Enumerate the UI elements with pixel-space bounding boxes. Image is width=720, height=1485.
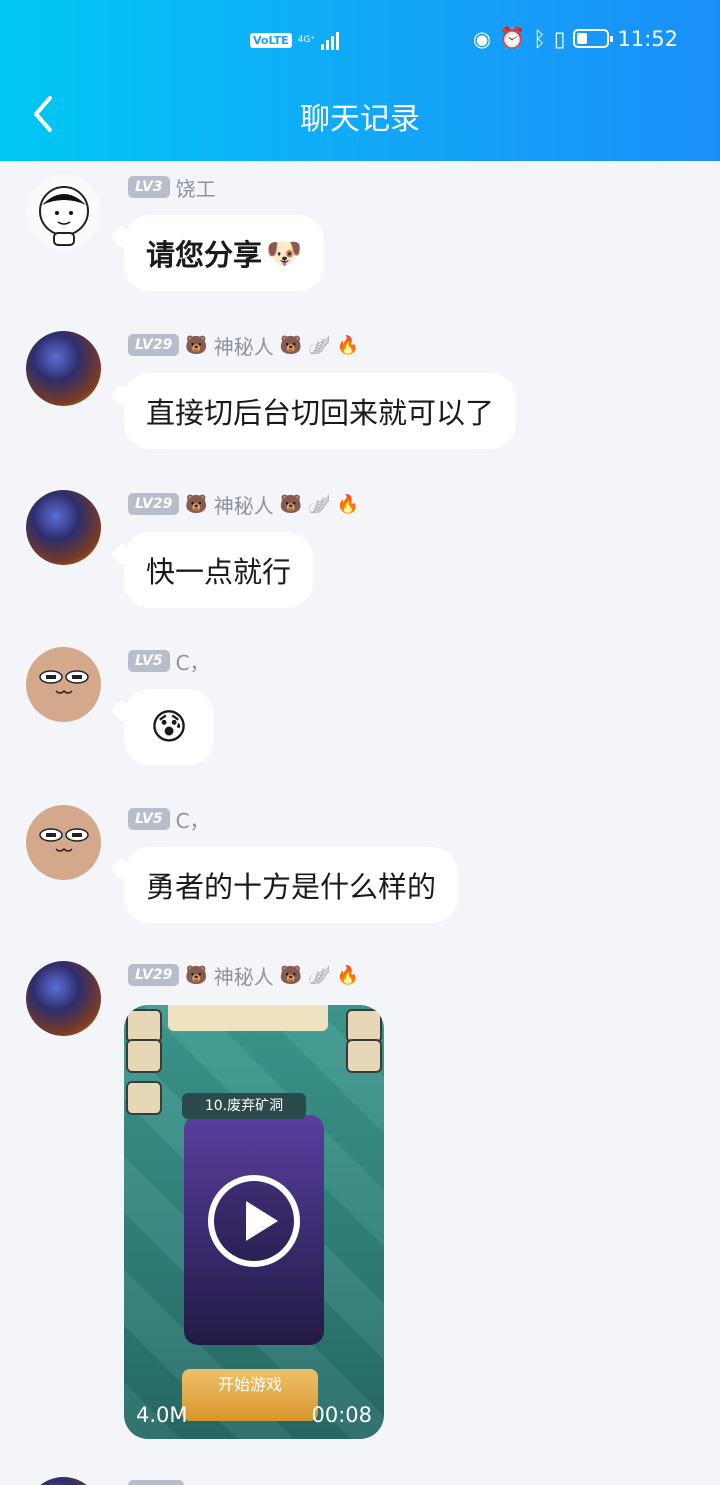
emoji-bubble[interactable]: 😰 (124, 689, 214, 765)
battery-icon (573, 29, 614, 48)
network-type: 4G⁺ (297, 35, 316, 45)
bear-badge-icon: 🐻 (185, 964, 208, 986)
fire-badge-icon: 🔥 (336, 334, 359, 356)
bear-badge-icon: 🐻 (279, 334, 303, 356)
chat-history-list[interactable]: LV3 饶工 请您分享 🐶 LV29 🐻 神秘人 🐻 🪽 🔥 直接切后台切回来就… (0, 161, 720, 1485)
message-text: 请您分享 (146, 238, 263, 272)
volte-icon: VoLTE (250, 32, 292, 48)
vibrate-icon: ▯ (553, 26, 566, 51)
video-thumbnail-start: 开始游戏 (182, 1369, 318, 1421)
video-thumbnail-banner (168, 1005, 328, 1031)
video-size: 4.0M (136, 1403, 188, 1427)
video-thumbnail-reward (126, 1081, 162, 1115)
message-bubble[interactable]: 直接切后台切回来就可以了 (124, 373, 517, 449)
sender-info: LV29 🐻 神秘人 🐻 🪽 🔥 (128, 331, 359, 360)
page-title: 聊天记录 (300, 102, 420, 137)
level-badge: LV29 (128, 334, 180, 356)
system-indicators: ◉ ⏰ ᛒ ▯ 11:52 (473, 26, 678, 51)
video-thumbnail-checkin (346, 1039, 382, 1073)
level-badge (128, 1480, 184, 1485)
message-text: 快一点就行 (146, 555, 292, 589)
avatar[interactable] (26, 175, 101, 250)
level-badge: LV5 (128, 650, 170, 672)
sender-name[interactable]: 神秘人 (214, 331, 274, 360)
avatar[interactable] (26, 647, 101, 722)
message-bubble[interactable]: 请您分享 🐶 (124, 215, 325, 291)
wings-badge-icon: 🪽 (308, 964, 331, 986)
fire-badge-icon: 🔥 (336, 964, 359, 986)
level-badge: LV3 (128, 176, 170, 198)
wings-badge-icon: 🪽 (308, 493, 331, 515)
play-icon[interactable] (208, 1175, 300, 1267)
avatar[interactable] (26, 961, 101, 1036)
video-stage-label: 10.废弃矿洞 (182, 1093, 306, 1119)
network-indicators: VoLTE 4G⁺ (250, 30, 340, 50)
sender-info: LV29 🐻 神秘人 🐻 🪽 🔥 (128, 961, 359, 990)
signal-icon (321, 30, 340, 50)
message-text: 直接切后台切回来就可以了 (146, 396, 495, 430)
eye-icon: ◉ (472, 26, 492, 51)
avatar[interactable] (26, 331, 101, 406)
status-bar: VoLTE 4G⁺ ◉ ⏰ ᛒ ▯ 11:52 (0, 0, 720, 84)
sender-info: LV5 C， (128, 647, 210, 676)
sender-info: LV3 饶工 (128, 173, 216, 202)
shiba-emoji-icon: 🐶 (266, 235, 303, 270)
alarm-icon: ⏰ (499, 26, 526, 50)
sender-name[interactable]: 神秘人 (214, 490, 274, 519)
avatar[interactable] (26, 490, 101, 565)
sender-name[interactable]: 饶工 (176, 173, 216, 202)
message-text: 勇者的十方是什么样的 (146, 870, 437, 904)
bear-badge-icon: 🐻 (279, 964, 303, 986)
message-bubble[interactable]: 勇者的十方是什么样的 (124, 847, 459, 923)
avatar[interactable] (26, 805, 101, 880)
sender-name[interactable]: C， (176, 805, 210, 834)
bear-badge-icon: 🐻 (185, 334, 208, 356)
bluetooth-icon: ᛒ (533, 26, 546, 51)
bear-badge-icon: 🐻 (185, 493, 208, 515)
top-header: VoLTE 4G⁺ ◉ ⏰ ᛒ ▯ 11:52 聊天记录 (0, 0, 720, 161)
sender-info: LV5 C， (128, 805, 210, 834)
sender-name[interactable]: 神秘人 (214, 961, 274, 990)
sender-name[interactable]: C， (176, 647, 210, 676)
level-badge: LV5 (128, 808, 170, 830)
video-message[interactable]: 10.废弃矿洞 开始游戏 4.0M 00:08 (124, 1005, 384, 1439)
video-thumbnail-ad (346, 1009, 382, 1043)
level-badge: LV29 (128, 964, 180, 986)
video-thumbnail-mail (126, 1009, 162, 1043)
message-bubble[interactable]: 快一点就行 (124, 532, 314, 608)
wings-badge-icon: 🪽 (308, 334, 331, 356)
bear-badge-icon: 🐻 (279, 493, 303, 515)
sender-info: LV29 🐻 神秘人 🐻 🪽 🔥 (128, 490, 359, 519)
level-badge: LV29 (128, 493, 180, 515)
video-thumbnail-task (126, 1039, 162, 1073)
sender-info (128, 1479, 184, 1485)
avatar[interactable] (26, 1477, 101, 1485)
fire-badge-icon: 🔥 (336, 493, 359, 515)
clock: 11:52 (617, 26, 678, 51)
video-duration: 00:08 (311, 1403, 372, 1427)
sweat-emoji-icon: 😰 (150, 706, 188, 748)
